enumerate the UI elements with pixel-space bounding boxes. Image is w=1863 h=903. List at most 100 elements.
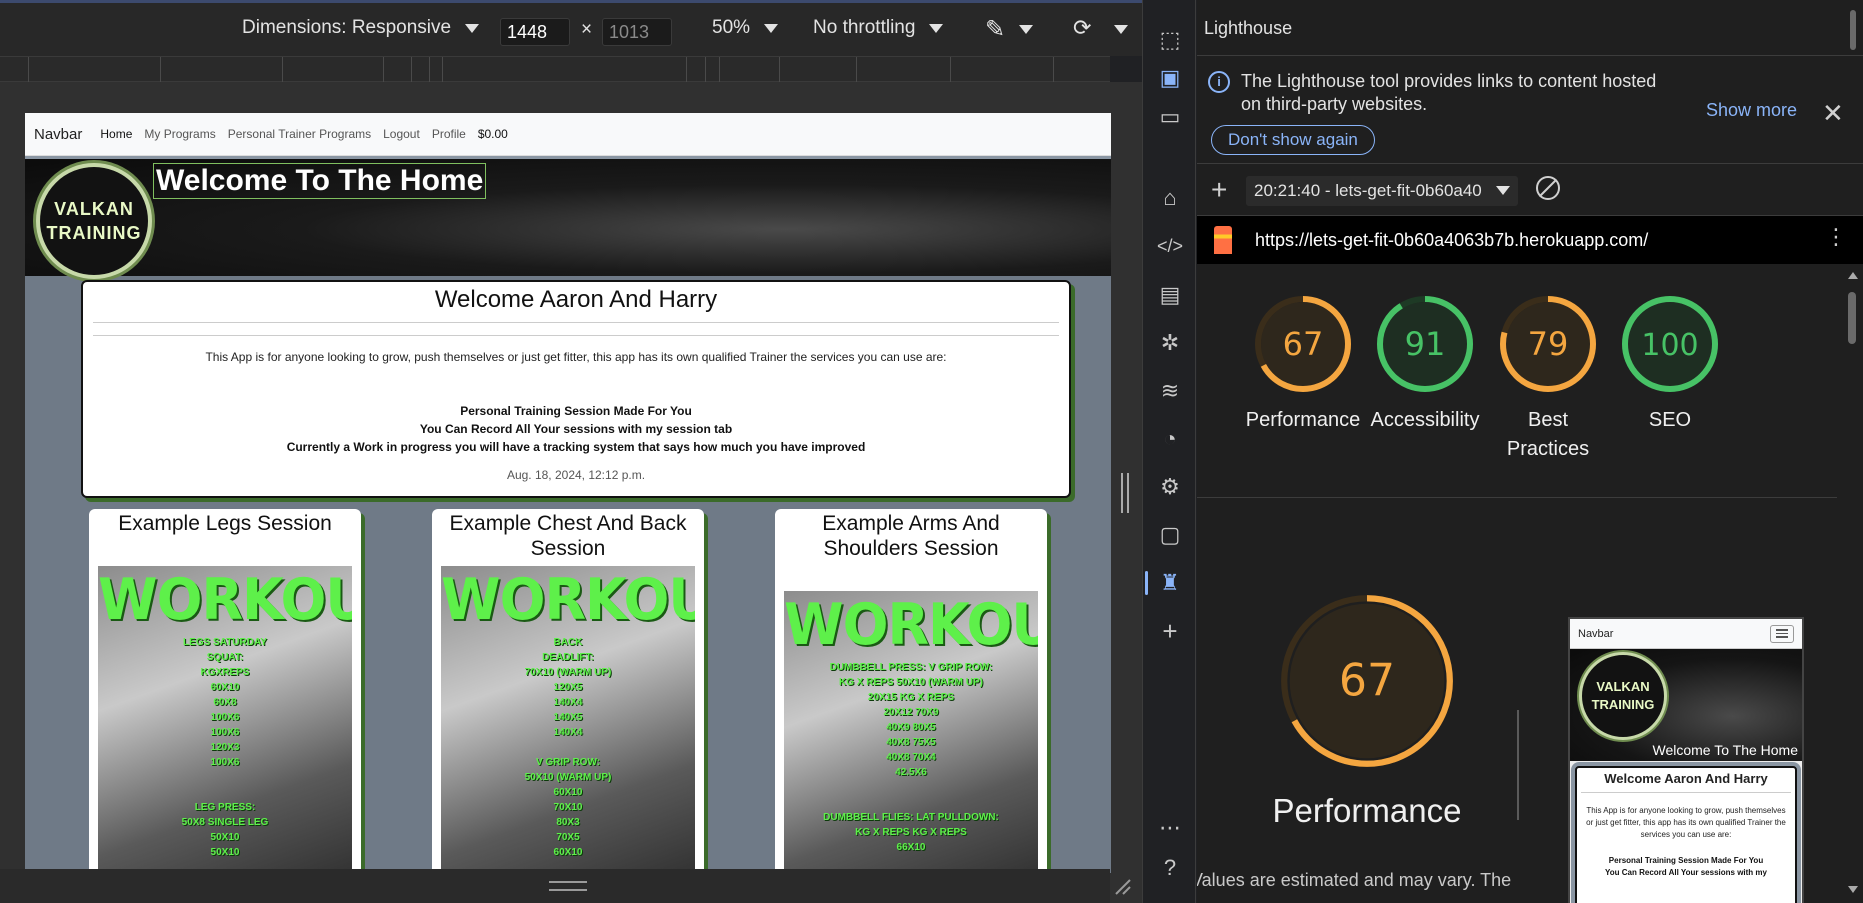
close-icon[interactable]: ✕	[1822, 98, 1844, 129]
scroll-up-icon[interactable]	[1848, 272, 1858, 279]
workout-image: WORKOUT DUMBBELL PRESS: V GRIP ROW: KG X…	[784, 591, 1038, 873]
home-icon[interactable]: ⌂	[1154, 182, 1186, 214]
gauge-label: Best Practices	[1506, 409, 1590, 460]
gauge-label: Performance	[1245, 409, 1361, 431]
device-toolbar-icon[interactable]: ▣	[1154, 62, 1186, 94]
services-list: Personal Training Session Made For You Y…	[83, 402, 1069, 456]
workout-image-text: BACK DEADLIFT: 70X10 (WARM UP) 120X5 140…	[524, 637, 612, 858]
service-item: You Can Record All Your sessions with my…	[419, 422, 733, 436]
viewport-resize-bar[interactable]	[0, 869, 1110, 903]
score-gauges: 67 Performance 91 Accessibility 79 Best …	[1197, 264, 1837, 498]
add-panel-icon[interactable]: +	[1154, 615, 1186, 647]
nav-link-logout[interactable]: Logout	[383, 127, 420, 141]
thumb-title: Welcome To The Home	[1652, 742, 1798, 758]
workout-image-heading: WORKOUT	[441, 566, 695, 633]
welcome-heading: Welcome Aaron And Harry	[434, 286, 718, 313]
report-select[interactable]: 20:21:40 - lets-get-fit-0b60a40	[1246, 176, 1518, 206]
help-icon[interactable]: ?	[1154, 852, 1186, 884]
rotate-icon: ⟳	[1073, 15, 1092, 40]
eyedropper-icon: ✎	[985, 16, 1006, 43]
chevron-down-icon	[465, 23, 480, 33]
chevron-down-icon	[1496, 186, 1510, 195]
large-gauge-label: Performance	[1272, 792, 1462, 829]
media-query-ruler	[0, 56, 1110, 83]
welcome-date: Aug. 18, 2024, 12:12 p.m.	[506, 468, 646, 482]
dimensions-dropdown[interactable]: Dimensions: Responsive	[242, 17, 480, 39]
chevron-down-icon	[764, 23, 779, 33]
sources-bug-icon[interactable]: ✲	[1154, 327, 1186, 359]
example-card-arms-shoulders[interactable]: Example Arms And Shoulders Session WORKO…	[775, 509, 1047, 873]
application-icon[interactable]: ▢	[1154, 519, 1186, 551]
kebab-menu-icon[interactable]: ⋮	[1825, 224, 1847, 250]
site-navbar: Navbar Home My Programs Personal Trainer…	[25, 113, 1111, 156]
svg-text:100: 100	[1641, 328, 1698, 363]
workout-image-heading: WORKOUT	[784, 591, 1038, 658]
clear-reports-icon[interactable]	[1536, 176, 1560, 200]
navbar-brand[interactable]: Navbar	[34, 126, 82, 143]
color-picker-button[interactable]: ✎	[985, 15, 1034, 44]
width-input[interactable]: 1448	[500, 18, 570, 46]
thumb-service: Personal Training Session Made For You	[1608, 856, 1764, 865]
divider	[93, 335, 1059, 336]
scroll-down-icon[interactable]	[1848, 886, 1858, 893]
elements-icon[interactable]: </>	[1154, 230, 1186, 262]
resize-handle-icon[interactable]	[549, 881, 587, 891]
chevron-down-icon	[929, 23, 944, 33]
nav-cart-total[interactable]: $0.00	[478, 127, 508, 141]
hero-title: Welcome To The Home	[153, 163, 487, 199]
more-icon[interactable]: ⋯	[1154, 812, 1186, 844]
logo-line-2: TRAINING	[46, 223, 142, 243]
side-resize-handle[interactable]	[1121, 473, 1129, 513]
gauge-performance-large: 67 Performance	[1252, 589, 1482, 830]
times-sign: ×	[581, 19, 593, 40]
score-ring: 91	[1377, 296, 1473, 392]
lighthouse-icon[interactable]: ♜	[1145, 567, 1186, 599]
performance-icon[interactable]: ◔	[1154, 423, 1186, 455]
gauge-seo[interactable]: 100 SEO	[1605, 294, 1735, 435]
network-icon[interactable]: ≋	[1154, 375, 1186, 407]
welcome-intro: This App is for anyone looking to grow, …	[205, 350, 947, 364]
memory-chip-icon[interactable]: ⚙	[1154, 471, 1186, 503]
lighthouse-panel: Lighthouse i The Lighthouse tool provide…	[1197, 0, 1863, 903]
gauge-performance[interactable]: 67 Performance	[1238, 294, 1368, 435]
rotate-button[interactable]: ⟳	[1073, 15, 1091, 41]
nav-link-my-programs[interactable]: My Programs	[144, 127, 215, 141]
example-card-chest-back[interactable]: Example Chest And Back Session WORKOUT B…	[432, 509, 704, 873]
lighthouse-title: Lighthouse	[1197, 0, 1863, 56]
info-icon: i	[1208, 71, 1230, 93]
scroll-thumb[interactable]	[1848, 292, 1856, 344]
report-scrollbar[interactable]	[1843, 264, 1863, 903]
logo-line-1: VALKAN	[54, 199, 134, 219]
screenshot-icon[interactable]: ▭	[1154, 101, 1186, 133]
inspect-icon[interactable]: ⬚	[1154, 24, 1186, 56]
scroll-knob[interactable]	[1850, 10, 1856, 50]
workout-image-text: LEGS SATURDAY SQUAT: KGXREPS 60X10 60X8 …	[181, 637, 269, 858]
info-text: The Lighthouse tool provides links to co…	[1241, 71, 1657, 114]
gauge-best-practices[interactable]: 79 Best Practices	[1483, 294, 1613, 464]
zoom-dropdown[interactable]: 50%	[712, 17, 779, 39]
corner-resize-icon[interactable]	[1114, 878, 1132, 896]
show-more-link[interactable]: Show more	[1706, 100, 1797, 121]
example-title: Example Legs Session	[118, 512, 332, 535]
throttling-dropdown[interactable]: No throttling	[813, 17, 944, 39]
workout-image-text: DUMBBELL PRESS: V GRIP ROW: KG X REPS 50…	[823, 662, 999, 853]
dont-show-again-button[interactable]: Don't show again	[1211, 125, 1375, 155]
page-screenshot-thumbnail[interactable]: Navbar VALKAN TRAINING Welcome To The Ho…	[1568, 617, 1804, 903]
nav-link-trainer-programs[interactable]: Personal Trainer Programs	[228, 127, 371, 141]
hamburger-icon	[1770, 624, 1794, 643]
svg-text:67: 67	[1283, 325, 1324, 363]
nav-link-home[interactable]: Home	[100, 127, 132, 141]
example-card-legs[interactable]: Example Legs Session WORKOUT LEGS SATURD…	[89, 509, 361, 873]
report-url[interactable]: https://lets-get-fit-0b60a4063b7b.heroku…	[1255, 230, 1648, 251]
workout-image: WORKOUT BACK DEADLIFT: 70X10 (WARM UP) 1…	[441, 566, 695, 873]
dimensions-label: Dimensions: Responsive	[242, 17, 452, 38]
nav-link-profile[interactable]: Profile	[432, 127, 466, 141]
thumb-navbar: Navbar	[1570, 619, 1802, 649]
new-report-icon[interactable]: +	[1211, 174, 1227, 206]
estimate-note: Values are estimated and may vary. The	[1197, 870, 1512, 890]
console-icon[interactable]: ▤	[1154, 279, 1186, 311]
chevron-down-icon	[1114, 25, 1128, 34]
score-ring: 100	[1622, 296, 1718, 392]
height-input[interactable]: 1013	[602, 18, 672, 46]
gauge-accessibility[interactable]: 91 Accessibility	[1360, 294, 1490, 435]
